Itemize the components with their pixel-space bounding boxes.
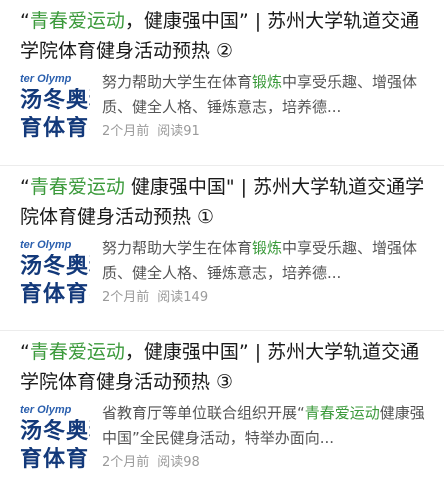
thumbnail-text: 汤冬奥精 (20, 419, 90, 444)
thumbnail-text: 汤冬奥精 (20, 254, 90, 279)
article-summary: 省教育厅等单位联合组织开展“青春爱运动健康强中国”全民健身活动，特举办面向... (102, 401, 432, 451)
thumbnail-text: 育体育弘 (20, 447, 90, 472)
thumbnail-text: ter Olymp (20, 404, 72, 416)
summary-text: 省教育厅等单位联合组织开展“ (102, 404, 305, 422)
title-text: “ (20, 341, 30, 363)
article-thumbnail[interactable]: ter Olymp 汤冬奥精 育体育弘 (20, 403, 90, 475)
article-card[interactable]: “青春爱运动，健康强中国” | 苏州大学轨道交通学院体育健身活动预热 ③ ter… (0, 330, 444, 494)
title-text: “ (20, 176, 30, 198)
article-title[interactable]: “青春爱运动，健康强中国” | 苏州大学轨道交通学院体育健身活动预热 ② (20, 6, 432, 66)
summary-text: 努力帮助大学生在体育 (102, 239, 253, 257)
read-count: 阅读98 (157, 455, 200, 470)
post-time: 2个月前 (102, 290, 150, 305)
summary-highlight: 青春爱运动 (304, 404, 380, 422)
article-meta: 2个月前 阅读98 (102, 453, 200, 473)
post-time: 2个月前 (102, 124, 150, 139)
article-thumbnail[interactable]: ter Olymp 汤冬奥精 育体育弘 (20, 238, 90, 310)
read-count: 阅读91 (157, 124, 200, 139)
article-feed: “青春爱运动，健康强中国” | 苏州大学轨道交通学院体育健身活动预热 ② ter… (0, 0, 444, 494)
title-highlight: 青春爱运动 (29, 341, 125, 363)
thumbnail-text: 育体育弘 (20, 282, 90, 307)
read-count: 阅读149 (157, 290, 209, 305)
thumbnail-text: 育体育弘 (20, 116, 90, 141)
article-card[interactable]: “青春爱运动，健康强中国” | 苏州大学轨道交通学院体育健身活动预热 ② ter… (0, 0, 444, 165)
summary-highlight: 锻炼 (252, 73, 283, 91)
post-time: 2个月前 (102, 455, 150, 470)
title-highlight: 青春爱运动 (29, 10, 125, 32)
article-summary: 努力帮助大学生在体育锻炼中享受乐趣、增强体质、健全人格、锤炼意志，培养德... (102, 236, 432, 286)
summary-text: 努力帮助大学生在体育 (102, 73, 253, 91)
thumbnail-text: ter Olymp (20, 73, 72, 85)
article-card[interactable]: “青春爱运动 健康强中国" | 苏州大学轨道交通学院体育健身活动预热 ① ter… (0, 165, 444, 330)
thumbnail-text: ter Olymp (20, 239, 72, 251)
article-meta: 2个月前 阅读149 (102, 288, 208, 308)
article-meta: 2个月前 阅读91 (102, 122, 200, 142)
title-text: “ (20, 10, 30, 32)
article-title[interactable]: “青春爱运动 健康强中国" | 苏州大学轨道交通学院体育健身活动预热 ① (20, 172, 432, 232)
thumbnail-text: 汤冬奥精 (20, 88, 90, 113)
title-highlight: 青春爱运动 (29, 176, 125, 198)
article-thumbnail[interactable]: ter Olymp 汤冬奥精 育体育弘 (20, 72, 90, 144)
article-summary: 努力帮助大学生在体育锻炼中享受乐趣、增强体质、健全人格、锤炼意志，培养德... (102, 70, 432, 120)
article-title[interactable]: “青春爱运动，健康强中国” | 苏州大学轨道交通学院体育健身活动预热 ③ (20, 337, 432, 397)
summary-highlight: 锻炼 (252, 239, 283, 257)
